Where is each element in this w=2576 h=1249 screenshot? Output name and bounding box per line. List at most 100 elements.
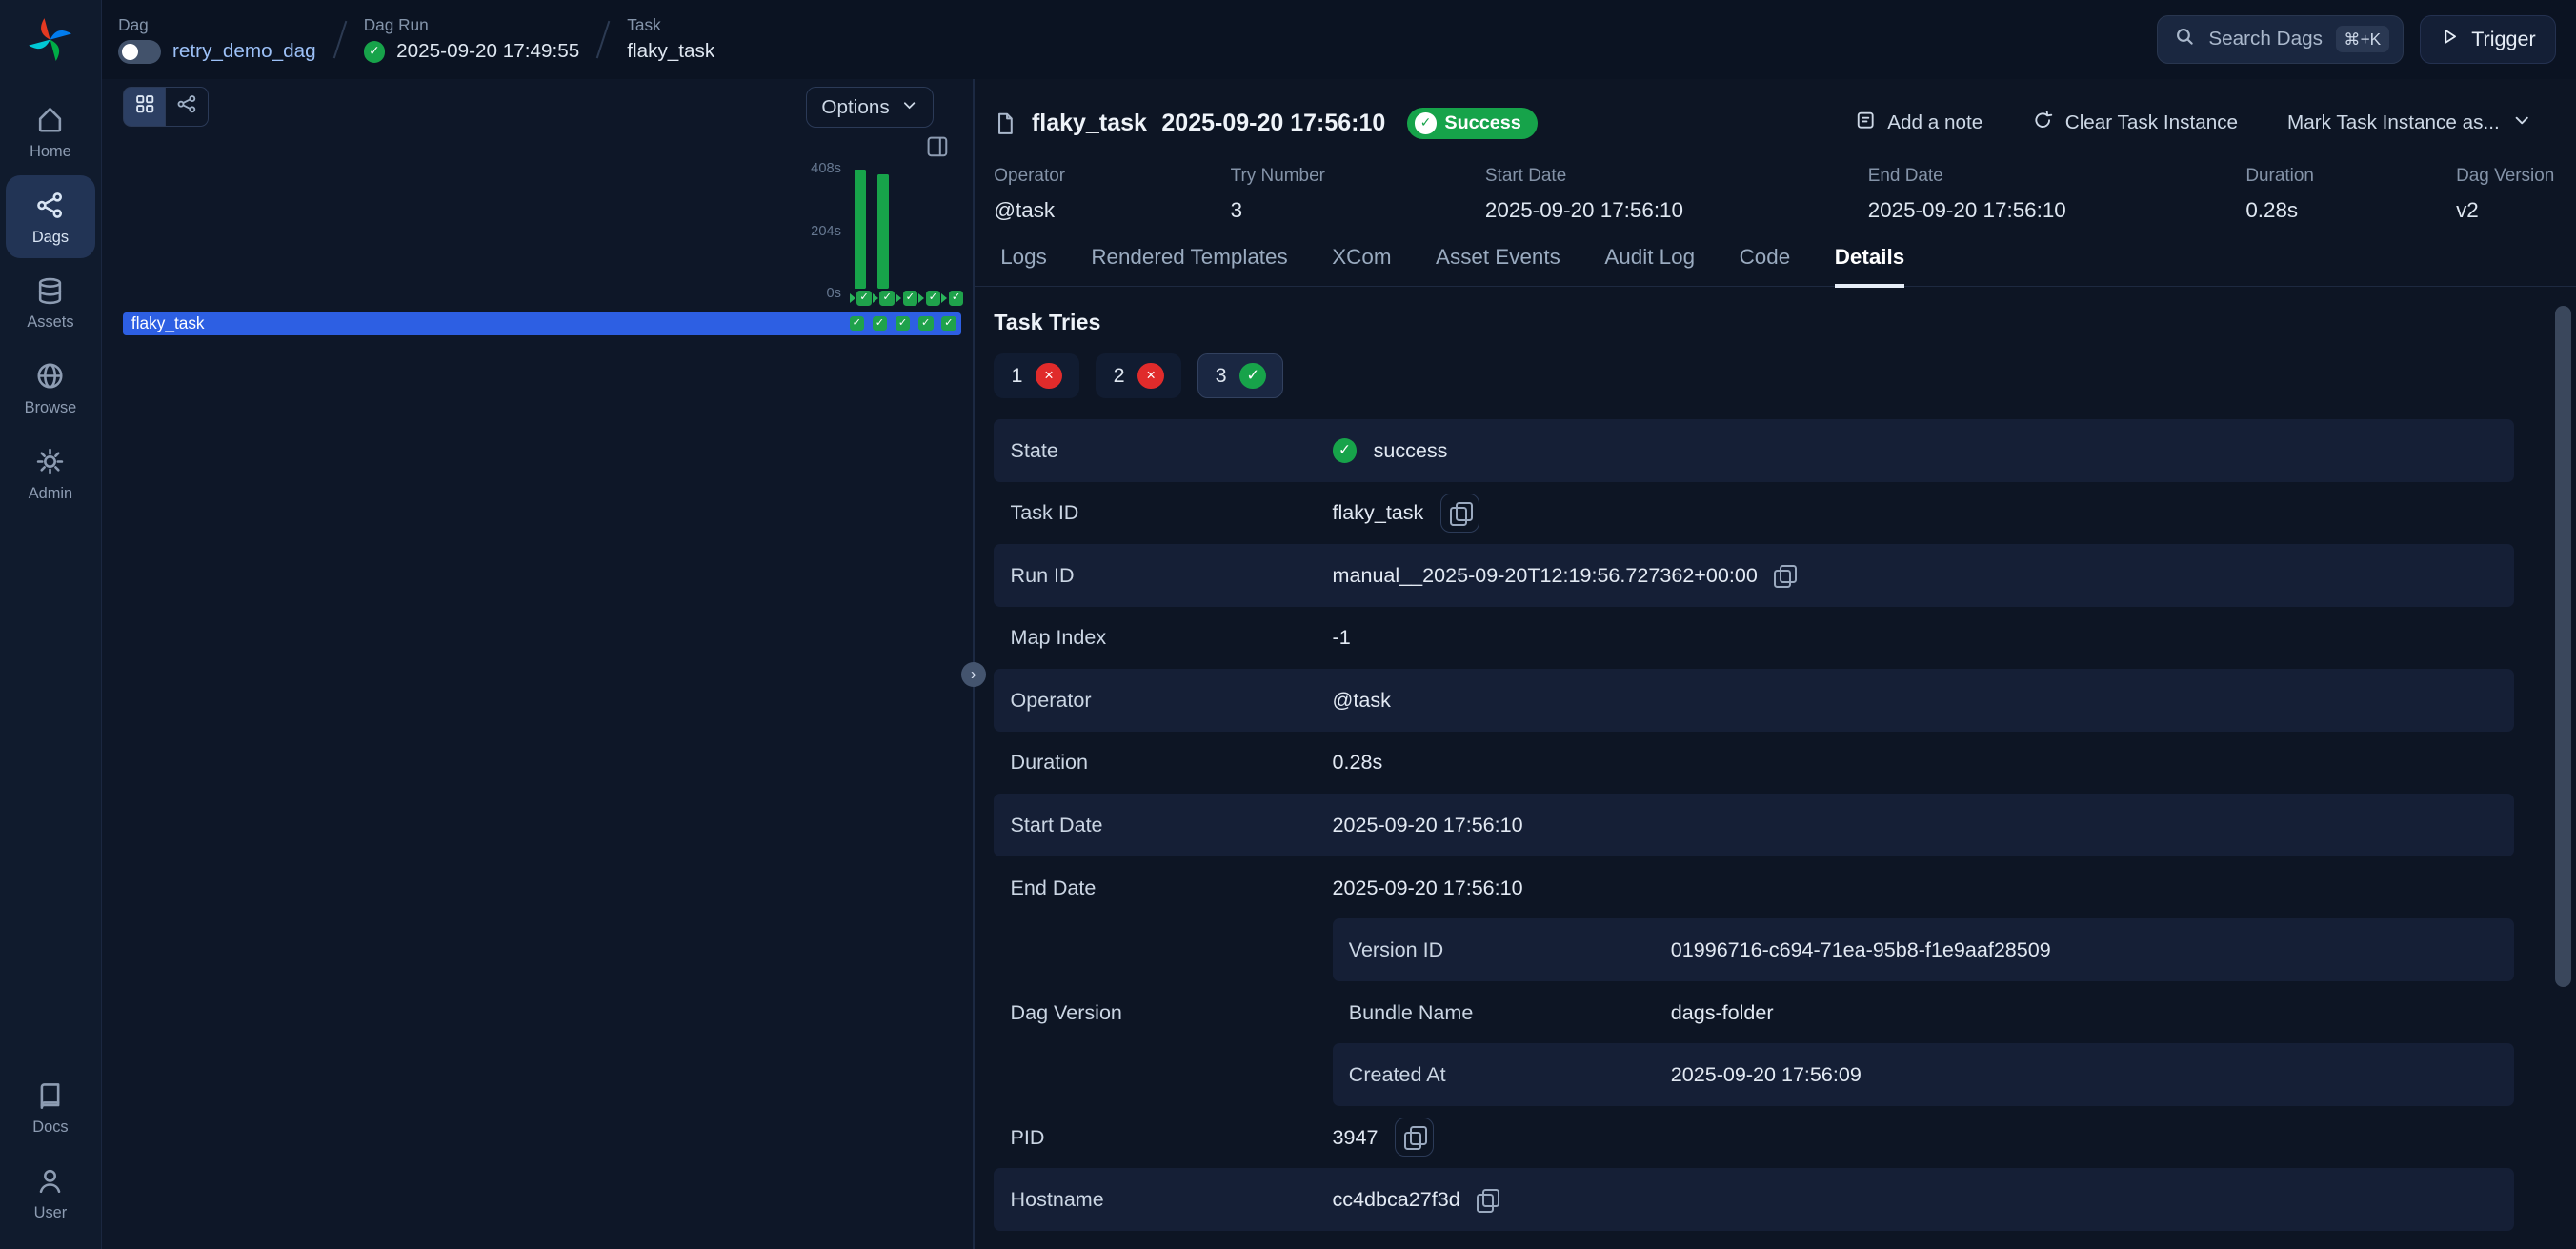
- copy-icon[interactable]: [1404, 1126, 1424, 1147]
- panel-collapse-handle[interactable]: ›: [961, 662, 986, 687]
- mark-task-label: Mark Task Instance as...: [2287, 111, 2500, 134]
- tab-code[interactable]: Code: [1740, 245, 1791, 286]
- admin-icon: [35, 447, 65, 476]
- try-button-1[interactable]: 1×: [994, 353, 1079, 398]
- tab-xcom[interactable]: XCom: [1332, 245, 1391, 286]
- clear-task-instance-button[interactable]: Clear Task Instance: [2015, 100, 2255, 146]
- add-note-button[interactable]: Add a note: [1838, 100, 2001, 146]
- summary-value: 0.28s: [2245, 198, 2456, 223]
- sidebar-item-admin[interactable]: Admin: [6, 432, 94, 514]
- chart-options-icon[interactable]: [925, 134, 950, 159]
- try-failed-icon: ×: [1036, 363, 1062, 390]
- detail-row-duration: Duration0.28s: [994, 732, 2513, 795]
- assets-icon: [35, 276, 65, 306]
- detail-row-label: PID: [1011, 1125, 1333, 1150]
- dag-run-cell[interactable]: ✓: [850, 291, 873, 306]
- scrollbar-thumb[interactable]: [2555, 306, 2571, 988]
- detail-row-label: Version ID: [1349, 937, 1671, 962]
- panel-divider[interactable]: ›: [973, 79, 975, 1249]
- scrollbar-track[interactable]: [2555, 306, 2571, 1239]
- note-icon: [1855, 110, 1876, 136]
- task-row-label: flaky_task: [123, 313, 204, 333]
- task-instance-square[interactable]: ✓: [850, 316, 865, 332]
- dag-run-cell[interactable]: ✓: [896, 291, 918, 306]
- tab-audit-log[interactable]: Audit Log: [1604, 245, 1695, 286]
- tab-rendered-templates[interactable]: Rendered Templates: [1091, 245, 1287, 286]
- run-success-square[interactable]: ✓: [879, 291, 895, 306]
- duration-axis-label: 408s: [773, 161, 841, 176]
- tab-asset-events[interactable]: Asset Events: [1436, 245, 1560, 286]
- task-instance-square[interactable]: ✓: [918, 316, 934, 332]
- search-dags-button[interactable]: Search Dags ⌘+K: [2157, 15, 2404, 65]
- summary-label: Dag Version: [2456, 166, 2554, 187]
- detail-value-text: 3947: [1333, 1125, 1379, 1150]
- grid-view-button[interactable]: [123, 87, 166, 126]
- dag-run-cell[interactable]: ✓: [873, 291, 896, 306]
- search-icon: [2174, 26, 2195, 52]
- detail-value-text: -1: [1333, 625, 1351, 650]
- run-success-square[interactable]: ✓: [949, 291, 964, 306]
- copy-icon[interactable]: [1477, 1189, 1497, 1210]
- mark-task-instance-button[interactable]: Mark Task Instance as...: [2270, 100, 2550, 146]
- sidebar-item-home[interactable]: Home: [6, 91, 94, 172]
- task-document-icon: [994, 111, 1016, 137]
- options-dropdown[interactable]: Options: [806, 87, 934, 128]
- graph-view-button[interactable]: [166, 87, 209, 126]
- dag-pause-toggle[interactable]: [118, 40, 161, 63]
- grid-toolbar: Options: [123, 87, 933, 128]
- breadcrumb-dag-run: Dag Run ✓ 2025-09-20 17:49:55: [364, 15, 580, 63]
- copy-button[interactable]: [1440, 494, 1479, 533]
- detail-row-label: Hostname: [1011, 1187, 1333, 1212]
- sidebar-item-user[interactable]: User: [6, 1152, 94, 1234]
- details-panel: flaky_task 2025-09-20 17:56:10 ✓ Success…: [975, 79, 2576, 1249]
- sidebar-item-dags[interactable]: Dags: [6, 175, 94, 257]
- summary-item: Dag Versionv2: [2456, 166, 2554, 223]
- task-instance-square[interactable]: ✓: [896, 316, 911, 332]
- tab-logs[interactable]: Logs: [1000, 245, 1047, 286]
- task-title-time: 2025-09-20 17:56:10: [1161, 110, 1385, 137]
- dag-run-cell[interactable]: ✓: [941, 291, 964, 306]
- sidebar-item-docs[interactable]: Docs: [6, 1066, 94, 1148]
- detail-row-label: Run ID: [1011, 563, 1333, 588]
- options-label: Options: [821, 96, 889, 119]
- task-instance-square[interactable]: ✓: [941, 316, 956, 332]
- view-toggle-group: [123, 87, 209, 126]
- dag-run-cell[interactable]: ✓: [918, 291, 941, 306]
- detail-row-hostname: Hostnamecc4dbca27f3d: [994, 1168, 2513, 1231]
- sidebar-item-assets[interactable]: Assets: [6, 261, 94, 343]
- try-button-3[interactable]: 3✓: [1197, 353, 1283, 398]
- section-title: Task Tries: [994, 310, 2513, 335]
- duration-bar[interactable]: [855, 170, 866, 290]
- dag-name-link[interactable]: retry_demo_dag: [172, 40, 316, 63]
- duration-bar[interactable]: [877, 174, 889, 290]
- try-button-2[interactable]: 2×: [1096, 353, 1181, 398]
- graph-view-icon: [176, 93, 197, 120]
- detail-value-text: 01996716-c694-71ea-95b8-f1e9aaf28509: [1671, 937, 2051, 962]
- run-success-square[interactable]: ✓: [856, 291, 872, 306]
- detail-value-text: 2025-09-20 17:56:09: [1671, 1062, 1862, 1087]
- copy-button[interactable]: [1395, 1118, 1434, 1157]
- detail-row-label: Dag Version: [994, 918, 1332, 1106]
- detail-row-created-at: Created At2025-09-20 17:56:09: [1333, 1043, 2514, 1106]
- copy-icon[interactable]: [1450, 502, 1470, 523]
- detail-row-value: @task: [1333, 688, 1391, 713]
- trigger-button[interactable]: Trigger: [2420, 15, 2557, 65]
- detail-row-value: ✓success: [1333, 438, 1448, 463]
- run-success-square[interactable]: ✓: [903, 291, 918, 306]
- copy-icon[interactable]: [1774, 565, 1794, 586]
- sidebar-item-browse[interactable]: Browse: [6, 347, 94, 429]
- topbar: Dag retry_demo_dag Dag Run ✓ 2025-09-20 …: [102, 0, 2576, 79]
- tab-details[interactable]: Details: [1835, 245, 1904, 286]
- run-success-square[interactable]: ✓: [926, 291, 941, 306]
- summary-label: Operator: [994, 166, 1230, 187]
- detail-row-dag-version: Dag VersionVersion ID01996716-c694-71ea-…: [994, 918, 2513, 1106]
- airflow-logo-icon[interactable]: [24, 13, 76, 66]
- task-row-flaky-task[interactable]: flaky_task ✓ ✓ ✓ ✓ ✓: [123, 312, 960, 335]
- summary-value: 2025-09-20 17:56:10: [1485, 198, 1868, 223]
- duration-axis-label: 0s: [773, 286, 841, 301]
- nested-rows: Version ID01996716-c694-71ea-95b8-f1e9aa…: [1333, 918, 2514, 1106]
- task-instance-square[interactable]: ✓: [873, 316, 888, 332]
- dag-run-link[interactable]: 2025-09-20 17:49:55: [396, 40, 579, 63]
- dags-icon: [35, 191, 65, 220]
- detail-value-text: 2025-09-20 17:56:10: [1333, 813, 1523, 837]
